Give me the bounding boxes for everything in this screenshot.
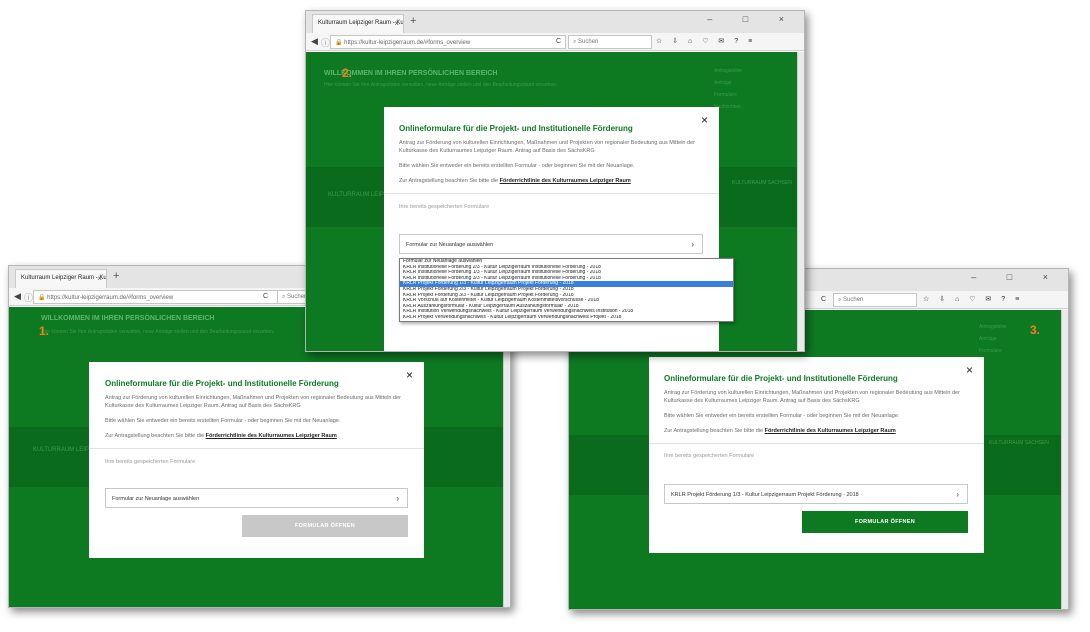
select-value: Formular zur Neuanlage auswählen bbox=[406, 242, 494, 248]
form-select-dropdown[interactable]: Formular zur Neuanlage auswählen KRLR Ins… bbox=[399, 258, 734, 322]
chevron-right-icon: › bbox=[691, 240, 694, 249]
divider bbox=[384, 193, 719, 194]
page-content: Antragsteller Anträge Formulare KULTURRA… bbox=[569, 310, 1068, 609]
scrollbar[interactable] bbox=[1061, 310, 1068, 609]
saved-forms-label: Ihre bereits gespeicherten Formulare bbox=[664, 453, 755, 459]
close-icon[interactable]: × bbox=[406, 368, 413, 382]
modal-intro: Antrag zur Förderung von kulturellen Ein… bbox=[664, 390, 960, 404]
menu-item[interactable]: Anträge bbox=[979, 336, 997, 342]
welcome-heading: WILLKOMMEN IM IHREN PERSÖNLICHEN BEREICH bbox=[41, 315, 215, 322]
modal-title: Onlineformulare für die Projekt- und Ins… bbox=[105, 379, 339, 388]
window-controls[interactable]: – □ × bbox=[971, 272, 1062, 282]
dropdown-option[interactable]: KRLR Projekt Verwendungsnachweis - Kultu… bbox=[400, 315, 733, 321]
tab-title: Kulturraum Leipziger Raum - Ku bbox=[318, 20, 404, 26]
modal-title: Onlineformulare für die Projekt- und Ins… bbox=[399, 124, 633, 133]
info-icon[interactable]: ⓘ bbox=[321, 36, 330, 49]
browser-window-step-2: Kulturraum Leipziger Raum - Ku × + – □ × … bbox=[305, 10, 805, 352]
step-marker-2: 2. bbox=[342, 66, 353, 80]
menu-item[interactable]: Anträge bbox=[714, 80, 732, 86]
tab-title: Kulturraum Leipziger Raum - Ku bbox=[21, 275, 107, 281]
modal-intro: Antrag zur Förderung von kulturellen Ein… bbox=[399, 140, 695, 154]
close-icon[interactable]: × bbox=[966, 363, 973, 377]
modal-hint: Zur Antragstellung beachten Sie bitte di… bbox=[399, 177, 709, 185]
toolbar-icons[interactable]: ☆ ⇩ ⌂ ♡ ✉ ? ≡ bbox=[923, 295, 1023, 303]
menu-item[interactable]: Formulare bbox=[714, 92, 737, 98]
logo-right: KULTURRAUM SACHSEN bbox=[732, 180, 792, 186]
select-value: KRLR Projekt Förderung 1/3 - Kultur Leip… bbox=[671, 492, 859, 498]
reload-icon[interactable]: C bbox=[556, 38, 561, 45]
logo-right: KULTURRAUM SACHSEN bbox=[989, 440, 1049, 446]
tab-bar: Kulturraum Leipziger Raum - Ku × + – □ × bbox=[306, 11, 804, 33]
browser-tab[interactable]: Kulturraum Leipziger Raum - Ku × bbox=[312, 14, 404, 33]
open-form-button[interactable]: FORMULAR ÖFFNEN bbox=[802, 511, 968, 533]
modal-intro: Antrag zur Förderung von kulturellen Ein… bbox=[105, 395, 401, 409]
menu-item[interactable]: Formulare bbox=[979, 348, 1002, 354]
hint-prefix: Zur Antragstellung beachten Sie bitte di… bbox=[105, 433, 206, 439]
search-field[interactable]: ⌕ Suchen bbox=[833, 293, 917, 307]
modal-choose-text: Bitte wählen Sie entweder ein bereits er… bbox=[664, 413, 900, 419]
browser-tab[interactable]: Kulturraum Leipziger Raum - Ku × bbox=[15, 269, 107, 288]
url-text: https://kultur-leipzigerraum.de/#forms_o… bbox=[47, 295, 174, 301]
scrollbar[interactable] bbox=[797, 52, 804, 351]
modal-choose-text: Bitte wählen Sie entweder ein bereits er… bbox=[105, 418, 341, 424]
back-icon[interactable]: ◀ bbox=[311, 36, 318, 47]
open-form-button-disabled[interactable]: FORMULAR ÖFFNEN bbox=[242, 515, 408, 537]
hint-prefix: Zur Antragstellung beachten Sie bitte di… bbox=[399, 178, 500, 184]
reload-icon[interactable]: C bbox=[263, 293, 268, 300]
saved-forms-label: Ihre bereits gespeicherten Formulare bbox=[399, 204, 490, 210]
modal-hint: Zur Antragstellung beachten Sie bitte di… bbox=[105, 432, 415, 440]
search-placeholder: Suchen bbox=[578, 39, 599, 45]
page-content: WILLKOMMEN IM IHREN PERSÖNLICHEN BEREICH… bbox=[9, 307, 510, 607]
form-select[interactable]: Formular zur Neuanlage auswählen › bbox=[399, 234, 703, 254]
new-tab-icon[interactable]: + bbox=[113, 270, 119, 282]
scrollbar[interactable] bbox=[503, 307, 510, 607]
search-field[interactable]: ⌕ Suchen bbox=[568, 35, 652, 49]
chevron-right-icon: › bbox=[956, 490, 959, 499]
reload-icon[interactable]: C bbox=[821, 296, 826, 303]
menu-item[interactable]: Antragsteller bbox=[979, 324, 1007, 330]
forms-modal: × Onlineformulare für die Projekt- und I… bbox=[649, 357, 984, 553]
tab-close-icon[interactable]: × bbox=[97, 274, 102, 283]
guideline-link[interactable]: Förderrichtlinie des Kulturraumes Leipzi… bbox=[500, 178, 631, 184]
saved-forms-label: Ihre bereits gespeicherten Formulare bbox=[105, 459, 196, 465]
page-content: WILLKOMMEN IM IHREN PERSÖNLICHEN BEREICH… bbox=[306, 52, 804, 351]
close-icon[interactable]: × bbox=[701, 113, 708, 127]
chevron-right-icon: › bbox=[396, 494, 399, 503]
url-bar[interactable]: 🔒 https://kultur-leipzigerraum.de/#forms… bbox=[33, 290, 281, 304]
modal-hint: Zur Antragstellung beachten Sie bitte di… bbox=[664, 427, 974, 435]
url-text: https://kultur-leipzigerraum.de/#forms_o… bbox=[344, 40, 471, 46]
info-icon[interactable]: ⓘ bbox=[24, 291, 33, 304]
tab-close-icon[interactable]: × bbox=[394, 19, 399, 28]
hint-prefix: Zur Antragstellung beachten Sie bitte di… bbox=[664, 428, 765, 434]
back-icon[interactable]: ◀ bbox=[14, 291, 21, 302]
menu-item[interactable]: Antragsteller bbox=[714, 68, 742, 74]
lock-icon: 🔒 bbox=[38, 295, 46, 301]
toolbar-icons[interactable]: ☆ ⇩ ⌂ ♡ ✉ ? ≡ bbox=[656, 37, 756, 45]
step-marker-3: 3. bbox=[1030, 323, 1041, 337]
modal-title: Onlineformulare für die Projekt- und Ins… bbox=[664, 374, 898, 383]
new-tab-icon[interactable]: + bbox=[410, 15, 416, 27]
guideline-link[interactable]: Förderrichtlinie des Kulturraumes Leipzi… bbox=[206, 433, 337, 439]
divider bbox=[649, 443, 984, 444]
form-select[interactable]: Formular zur Neuanlage auswählen › bbox=[105, 488, 408, 508]
welcome-text: Hier können Sie Ihre Antragsdaten verwal… bbox=[324, 82, 558, 88]
forms-modal: × Onlineformulare für die Projekt- und I… bbox=[89, 362, 424, 558]
url-bar[interactable]: 🔒 https://kultur-leipzigerraum.de/#forms… bbox=[330, 35, 566, 49]
search-placeholder: Suchen bbox=[843, 297, 864, 303]
nav-bar: ◀ ⓘ 🔒 https://kultur-leipzigerraum.de/#f… bbox=[306, 33, 804, 51]
welcome-text: Hier können Sie Ihre Antragsdaten verwal… bbox=[41, 329, 275, 335]
modal-choose-text: Bitte wählen Sie entweder ein bereits er… bbox=[399, 163, 635, 169]
divider bbox=[89, 448, 424, 449]
step-marker-1: 1. bbox=[39, 324, 50, 338]
window-controls[interactable]: – □ × bbox=[707, 14, 798, 24]
select-value: Formular zur Neuanlage auswählen bbox=[112, 496, 200, 502]
form-select[interactable]: KRLR Projekt Förderung 1/3 - Kultur Leip… bbox=[664, 484, 968, 504]
guideline-link[interactable]: Förderrichtlinie des Kulturraumes Leipzi… bbox=[765, 428, 896, 434]
lock-icon: 🔒 bbox=[335, 40, 343, 46]
